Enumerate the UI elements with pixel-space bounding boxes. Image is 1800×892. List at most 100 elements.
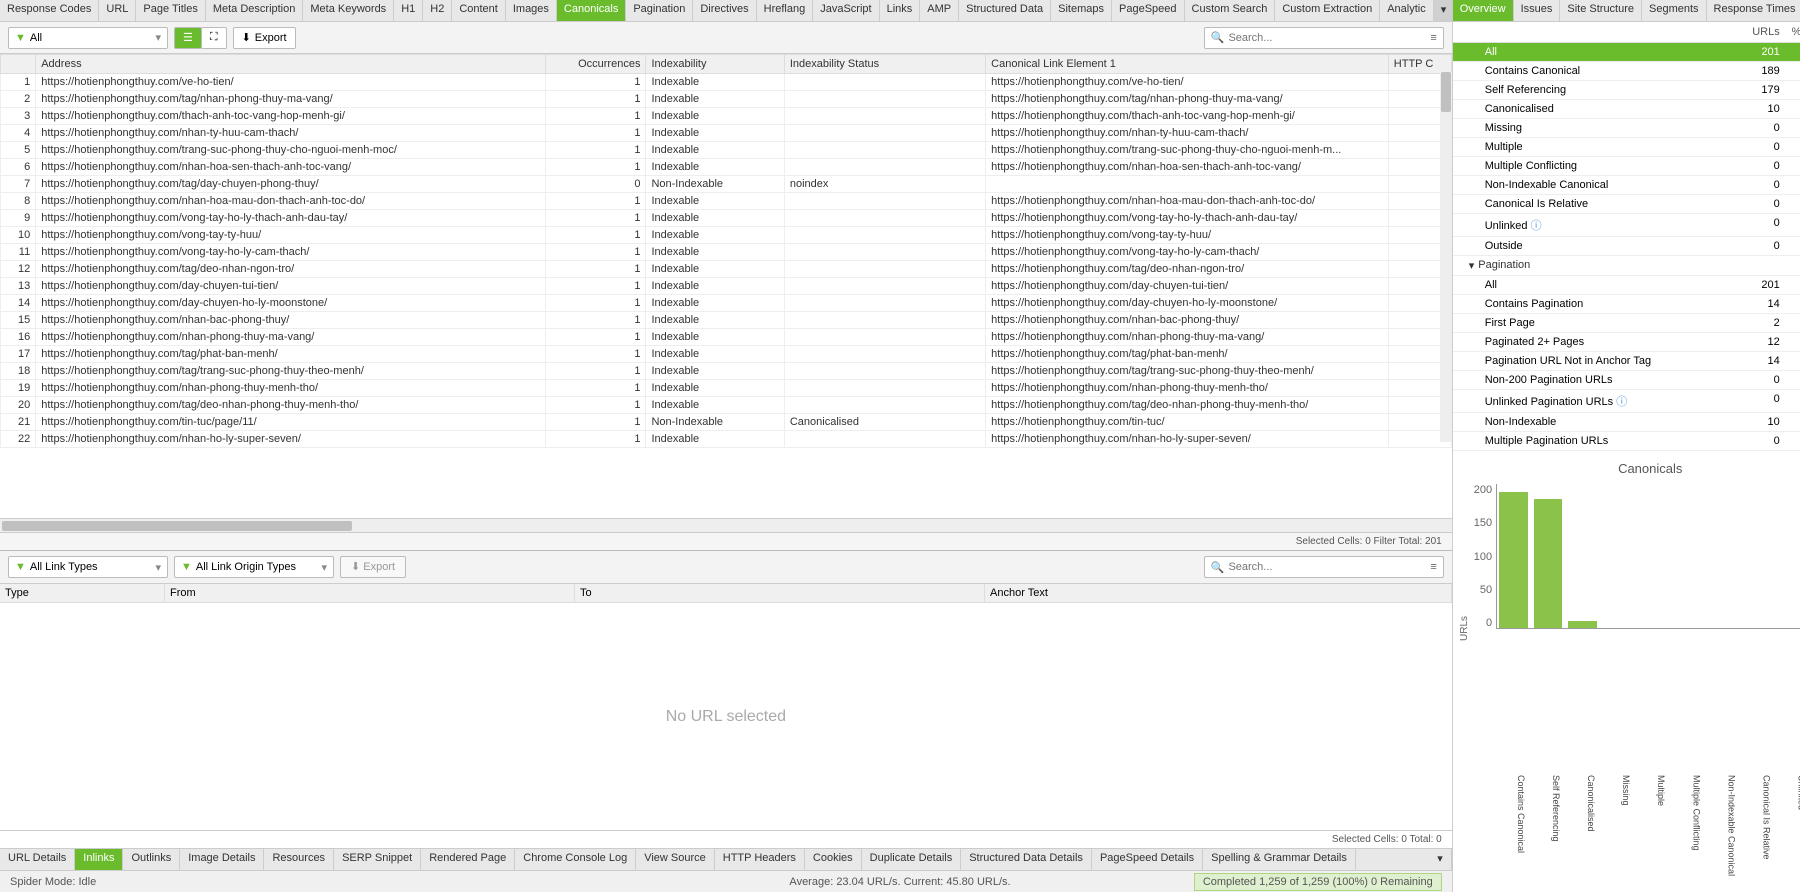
stat-row[interactable]: Outside 00% bbox=[1453, 237, 1800, 256]
table-row[interactable]: 14 https://hotienphongthuy.com/day-chuye… bbox=[1, 295, 1452, 312]
bottom-tab-duplicate-details[interactable]: Duplicate Details bbox=[862, 849, 962, 870]
top-tab-meta-keywords[interactable]: Meta Keywords bbox=[303, 0, 394, 21]
right-tab-response-times[interactable]: Response Times bbox=[1707, 0, 1800, 21]
lower-col-header[interactable]: To bbox=[575, 584, 985, 602]
col-header[interactable]: Canonical Link Element 1 bbox=[986, 55, 1389, 74]
stat-row[interactable]: Missing00% bbox=[1453, 119, 1800, 138]
stat-row[interactable]: Multiple Conflicting00% bbox=[1453, 157, 1800, 176]
stat-row[interactable]: Multiple Pagination URLs00% bbox=[1453, 432, 1800, 451]
table-row[interactable]: 1 https://hotienphongthuy.com/ve-ho-tien… bbox=[1, 74, 1452, 91]
top-tab-url[interactable]: URL bbox=[99, 0, 136, 21]
stat-row[interactable]: Non-200 Pagination URLs00% bbox=[1453, 371, 1800, 390]
col-header[interactable] bbox=[1, 55, 36, 74]
table-row[interactable]: 5 https://hotienphongthuy.com/trang-suc-… bbox=[1, 142, 1452, 159]
export-button[interactable]: ⬇ Export bbox=[233, 27, 296, 49]
lower-search-input[interactable] bbox=[1228, 561, 1426, 573]
top-tab-content[interactable]: Content bbox=[452, 0, 506, 21]
bottom-tab-rendered-page[interactable]: Rendered Page bbox=[421, 849, 515, 870]
vertical-scrollbar[interactable] bbox=[1440, 72, 1452, 442]
table-row[interactable]: 13 https://hotienphongthuy.com/day-chuye… bbox=[1, 278, 1452, 295]
link-types-dropdown[interactable]: ▼ All Link Types ▾ bbox=[8, 556, 168, 578]
col-header[interactable]: Address bbox=[36, 55, 546, 74]
top-tab-h2[interactable]: H2 bbox=[423, 0, 452, 21]
lower-search-box[interactable]: 🔍 ≡ bbox=[1204, 556, 1444, 578]
bottom-tab-chrome-console-log[interactable]: Chrome Console Log bbox=[515, 849, 636, 870]
stat-row[interactable]: Pagination URL Not in Anchor Tag146.97% bbox=[1453, 352, 1800, 371]
top-tab-sitemaps[interactable]: Sitemaps bbox=[1051, 0, 1112, 21]
stat-row[interactable]: All201100% bbox=[1453, 43, 1800, 62]
col-header[interactable]: Indexability bbox=[646, 55, 784, 74]
stat-row[interactable]: Contains Canonical18994.03% bbox=[1453, 62, 1800, 81]
top-tabs-overflow[interactable]: ▾ bbox=[1434, 0, 1452, 21]
table-row[interactable]: 20 https://hotienphongthuy.com/tag/deo-n… bbox=[1, 397, 1452, 414]
horizontal-scrollbar[interactable] bbox=[0, 518, 1452, 532]
top-tab-images[interactable]: Images bbox=[506, 0, 557, 21]
bottom-tab-structured-data-details[interactable]: Structured Data Details bbox=[961, 849, 1092, 870]
filter-dropdown[interactable]: ▼ All ▾ bbox=[8, 27, 168, 49]
search-box[interactable]: 🔍 ≡ bbox=[1204, 27, 1444, 49]
bottom-tab-url-details[interactable]: URL Details bbox=[0, 849, 75, 870]
table-row[interactable]: 12 https://hotienphongthuy.com/tag/deo-n… bbox=[1, 261, 1452, 278]
top-tab-structured-data[interactable]: Structured Data bbox=[959, 0, 1051, 21]
table-row[interactable]: 3 https://hotienphongthuy.com/thach-anh-… bbox=[1, 108, 1452, 125]
table-row[interactable]: 19 https://hotienphongthuy.com/nhan-phon… bbox=[1, 380, 1452, 397]
table-row[interactable]: 4 https://hotienphongthuy.com/nhan-ty-hu… bbox=[1, 125, 1452, 142]
tree-view-button[interactable]: ⛶ bbox=[201, 27, 227, 49]
stat-row[interactable]: Canonicalised104.98% bbox=[1453, 100, 1800, 119]
top-tab-custom-search[interactable]: Custom Search bbox=[1185, 0, 1276, 21]
search-input[interactable] bbox=[1228, 32, 1426, 44]
stat-row[interactable]: Multiple00% bbox=[1453, 138, 1800, 157]
bottom-tab-outlinks[interactable]: Outlinks bbox=[123, 849, 180, 870]
top-tab-links[interactable]: Links bbox=[880, 0, 921, 21]
stat-group-pagination[interactable]: ▾Pagination bbox=[1453, 256, 1800, 276]
top-tab-hreflang[interactable]: Hreflang bbox=[757, 0, 814, 21]
bottom-tab-serp-snippet[interactable]: SERP Snippet bbox=[334, 849, 421, 870]
stat-row[interactable]: Unlinked ⓘ00% bbox=[1453, 214, 1800, 237]
top-tab-custom-extraction[interactable]: Custom Extraction bbox=[1275, 0, 1380, 21]
stat-row[interactable]: Contains Pagination146.97% bbox=[1453, 295, 1800, 314]
top-tab-canonicals[interactable]: Canonicals bbox=[557, 0, 626, 21]
table-row[interactable]: 22 https://hotienphongthuy.com/nhan-ho-l… bbox=[1, 431, 1452, 448]
right-tab-segments[interactable]: Segments bbox=[1642, 0, 1707, 21]
top-tab-page-titles[interactable]: Page Titles bbox=[136, 0, 205, 21]
stat-row[interactable]: Unlinked Pagination URLs ⓘ00% bbox=[1453, 390, 1800, 413]
table-row[interactable]: 15 https://hotienphongthuy.com/nhan-bac-… bbox=[1, 312, 1452, 329]
bottom-tabs-overflow[interactable]: ▾ bbox=[1429, 849, 1452, 870]
search-options-icon[interactable]: ≡ bbox=[1430, 32, 1436, 44]
lower-col-header[interactable]: Type bbox=[0, 584, 165, 602]
table-row[interactable]: 6 https://hotienphongthuy.com/nhan-hoa-s… bbox=[1, 159, 1452, 176]
stat-row[interactable]: All201100% bbox=[1453, 276, 1800, 295]
lower-col-header[interactable]: From bbox=[165, 584, 575, 602]
table-row[interactable]: 16 https://hotienphongthuy.com/nhan-phon… bbox=[1, 329, 1452, 346]
top-tab-pagination[interactable]: Pagination bbox=[626, 0, 693, 21]
stat-row[interactable]: First Page21% bbox=[1453, 314, 1800, 333]
top-tab-javascript[interactable]: JavaScript bbox=[813, 0, 879, 21]
table-row[interactable]: 21 https://hotienphongthuy.com/tin-tuc/p… bbox=[1, 414, 1452, 431]
bottom-tab-spelling-&-grammar-details[interactable]: Spelling & Grammar Details bbox=[1203, 849, 1356, 870]
right-tab-issues[interactable]: Issues bbox=[1514, 0, 1561, 21]
table-row[interactable]: 7 https://hotienphongthuy.com/tag/day-ch… bbox=[1, 176, 1452, 193]
bottom-tab-image-details[interactable]: Image Details bbox=[180, 849, 264, 870]
top-tab-response-codes[interactable]: Response Codes bbox=[0, 0, 99, 21]
bottom-tab-view-source[interactable]: View Source bbox=[636, 849, 715, 870]
link-origin-dropdown[interactable]: ▼ All Link Origin Types ▾ bbox=[174, 556, 334, 578]
top-tab-pagespeed[interactable]: PageSpeed bbox=[1112, 0, 1185, 21]
stat-row[interactable]: Self Referencing17989.05% bbox=[1453, 81, 1800, 100]
bottom-tab-inlinks[interactable]: Inlinks bbox=[75, 849, 123, 870]
table-row[interactable]: 8 https://hotienphongthuy.com/nhan-hoa-m… bbox=[1, 193, 1452, 210]
bottom-tab-pagespeed-details[interactable]: PageSpeed Details bbox=[1092, 849, 1203, 870]
stat-row[interactable]: Non-Indexable Canonical00% bbox=[1453, 176, 1800, 195]
table-row[interactable]: 18 https://hotienphongthuy.com/tag/trang… bbox=[1, 363, 1452, 380]
search-options-icon[interactable]: ≡ bbox=[1430, 561, 1436, 573]
top-tab-analytic[interactable]: Analytic bbox=[1380, 0, 1434, 21]
top-tab-amp[interactable]: AMP bbox=[920, 0, 959, 21]
stat-row[interactable]: Non-Indexable104.98% bbox=[1453, 413, 1800, 432]
table-row[interactable]: 10 https://hotienphongthuy.com/vong-tay-… bbox=[1, 227, 1452, 244]
table-row[interactable]: 9 https://hotienphongthuy.com/vong-tay-h… bbox=[1, 210, 1452, 227]
table-row[interactable]: 11 https://hotienphongthuy.com/vong-tay-… bbox=[1, 244, 1452, 261]
list-view-button[interactable]: ☰ bbox=[174, 27, 202, 49]
table-row[interactable]: 2 https://hotienphongthuy.com/tag/nhan-p… bbox=[1, 91, 1452, 108]
bottom-tab-http-headers[interactable]: HTTP Headers bbox=[715, 849, 805, 870]
lower-col-header[interactable]: Anchor Text bbox=[985, 584, 1452, 602]
top-tab-directives[interactable]: Directives bbox=[693, 0, 756, 21]
